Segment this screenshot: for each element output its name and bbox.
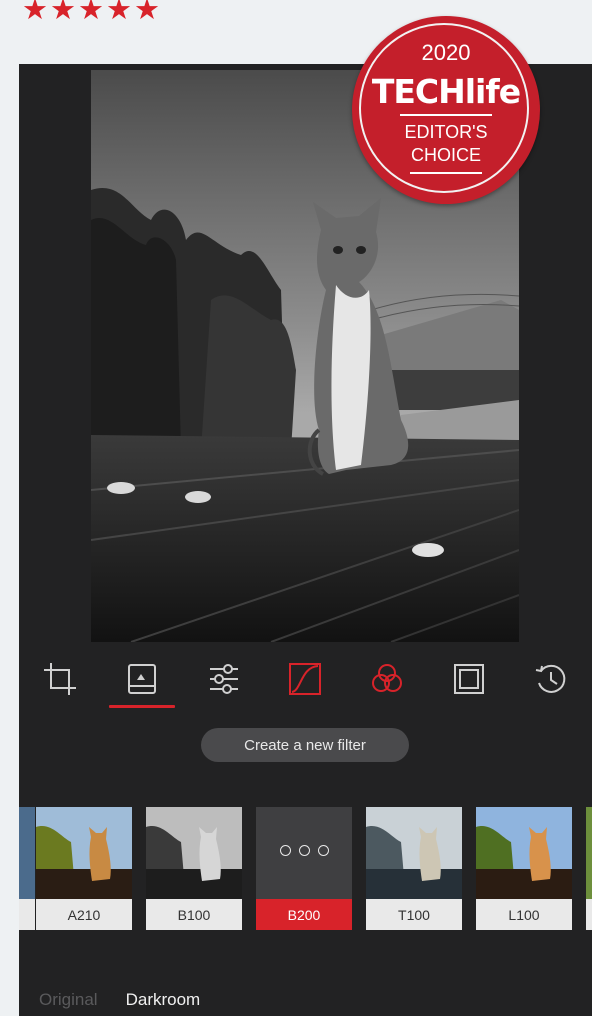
create-filter-button[interactable]: Create a new filter (201, 728, 409, 762)
filter-b100[interactable]: B100 (146, 807, 242, 932)
star-icon: ★ (106, 0, 132, 26)
badge-year: 2020 (421, 40, 471, 65)
rating-stars: ★ ★ ★ ★ ★ (22, 0, 160, 24)
filter-t100[interactable]: T100 (366, 807, 462, 932)
star-icon: ★ (22, 0, 48, 26)
filter-label: T100 (366, 899, 462, 930)
more-options-icon[interactable] (256, 845, 352, 856)
curves-icon[interactable] (285, 659, 325, 699)
filters-icon[interactable] (122, 659, 162, 699)
badge-divider (410, 172, 482, 174)
badge-divider (400, 114, 492, 116)
filter-strip: A210 B100 B200 T100 L100 (19, 807, 592, 932)
filter-thumbnail-partial[interactable] (586, 807, 592, 932)
badge-choice: CHOICE (410, 145, 481, 165)
frame-icon[interactable] (449, 659, 489, 699)
filter-label: L100 (476, 899, 572, 930)
filter-options-preview (256, 807, 352, 899)
filter-preview (366, 807, 462, 899)
adjust-sliders-icon[interactable] (204, 659, 244, 699)
star-icon: ★ (78, 0, 104, 26)
crop-icon[interactable] (40, 659, 80, 699)
star-icon: ★ (134, 0, 160, 26)
star-icon: ★ (50, 0, 76, 26)
filter-b200[interactable]: B200 (256, 807, 352, 932)
edit-toolbar (19, 651, 592, 709)
badge-brand-logo: TECHlife (371, 72, 521, 111)
filter-preview (476, 807, 572, 899)
filter-label: A210 (36, 899, 132, 930)
tab-darkroom[interactable]: Darkroom (126, 990, 201, 1014)
color-channels-icon[interactable] (367, 659, 407, 699)
filter-label: B100 (146, 899, 242, 930)
badge-editors: EDITOR'S (404, 122, 488, 142)
active-tool-indicator (109, 705, 175, 708)
filter-l100[interactable]: L100 (476, 807, 572, 932)
filter-a210[interactable]: A210 (36, 807, 132, 932)
editors-choice-badge: 2020 TECHlife EDITOR'S CHOICE (352, 16, 540, 204)
filter-label: B200 (256, 899, 352, 930)
bottom-tabs: Original Darkroom (39, 990, 200, 1014)
app-screen: Create a new filter A210 B100 B200 T100 … (19, 64, 592, 1016)
filter-preview (146, 807, 242, 899)
history-icon[interactable] (531, 659, 571, 699)
filter-preview (36, 807, 132, 899)
tab-original[interactable]: Original (39, 990, 98, 1014)
filter-thumbnail-partial[interactable] (19, 807, 35, 932)
